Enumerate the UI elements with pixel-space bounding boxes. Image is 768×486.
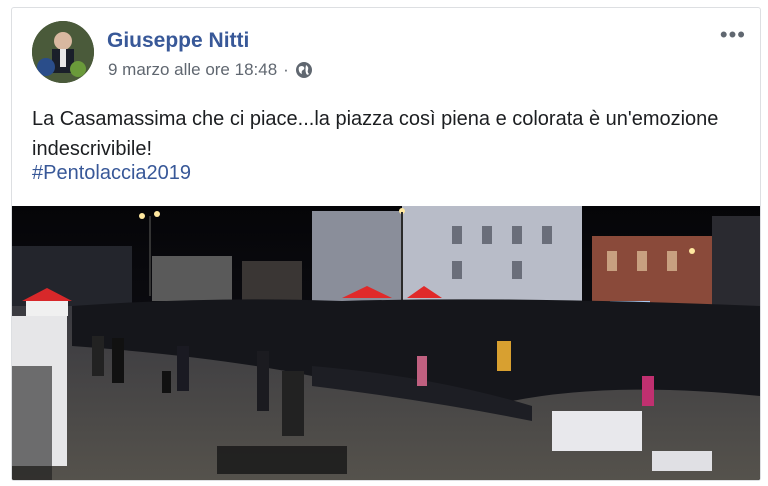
more-options-icon[interactable]: ••• xyxy=(720,24,746,46)
post-photo[interactable] xyxy=(12,206,760,480)
hashtag-link[interactable]: #Pentolaccia2019 xyxy=(32,162,191,185)
avatar[interactable] xyxy=(32,21,94,83)
post-text: La Casamassima che ci piace...la piazza … xyxy=(32,108,719,160)
post-card: Giuseppe Nitti 9 marzo alle ore 18:48 · … xyxy=(11,7,761,481)
post-meta: 9 marzo alle ore 18:48 · xyxy=(108,60,313,80)
globe-icon[interactable] xyxy=(295,61,313,79)
meta-separator: · xyxy=(283,60,289,79)
post-author[interactable]: Giuseppe Nitti xyxy=(107,29,249,53)
post-timestamp[interactable]: 9 marzo alle ore 18:48 xyxy=(108,60,277,80)
